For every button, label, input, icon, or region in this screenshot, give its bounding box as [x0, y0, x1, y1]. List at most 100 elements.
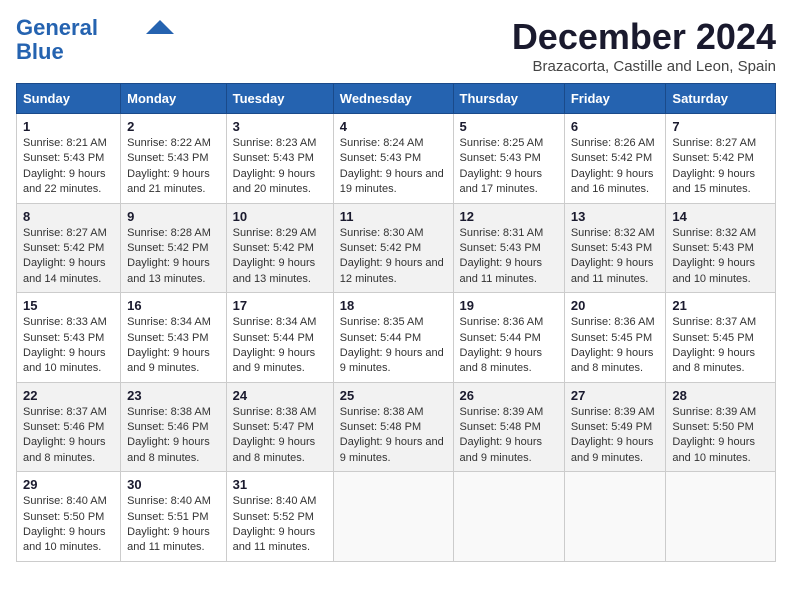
calendar-cell: 16 Sunrise: 8:34 AMSunset: 5:43 PMDaylig…: [121, 293, 226, 383]
calendar-cell: 7 Sunrise: 8:27 AMSunset: 5:42 PMDayligh…: [666, 114, 776, 204]
logo-blue: Blue: [16, 40, 64, 64]
location-subtitle: Brazacorta, Castille and Leon, Spain: [512, 58, 776, 75]
day-number: 9: [127, 209, 219, 224]
calendar-cell: 11 Sunrise: 8:30 AMSunset: 5:42 PMDaylig…: [333, 203, 453, 293]
header-thursday: Thursday: [453, 84, 564, 114]
calendar-cell: 6 Sunrise: 8:26 AMSunset: 5:42 PMDayligh…: [564, 114, 666, 204]
header-tuesday: Tuesday: [226, 84, 333, 114]
day-info: Sunrise: 8:26 AMSunset: 5:42 PMDaylight:…: [571, 137, 655, 195]
day-number: 19: [460, 298, 558, 313]
calendar-cell: 31 Sunrise: 8:40 AMSunset: 5:52 PMDaylig…: [226, 472, 333, 562]
day-info: Sunrise: 8:40 AMSunset: 5:51 PMDaylight:…: [127, 495, 211, 553]
day-info: Sunrise: 8:31 AMSunset: 5:43 PMDaylight:…: [460, 227, 544, 285]
calendar-cell: 18 Sunrise: 8:35 AMSunset: 5:44 PMDaylig…: [333, 293, 453, 383]
calendar-cell: 24 Sunrise: 8:38 AMSunset: 5:47 PMDaylig…: [226, 382, 333, 472]
page-header: General Blue December 2024 Brazacorta, C…: [16, 16, 776, 75]
calendar-cell: 20 Sunrise: 8:36 AMSunset: 5:45 PMDaylig…: [564, 293, 666, 383]
day-info: Sunrise: 8:39 AMSunset: 5:50 PMDaylight:…: [672, 406, 756, 464]
day-number: 6: [571, 119, 660, 134]
day-info: Sunrise: 8:39 AMSunset: 5:48 PMDaylight:…: [460, 406, 544, 464]
main-title: December 2024: [512, 16, 776, 58]
day-info: Sunrise: 8:23 AMSunset: 5:43 PMDaylight:…: [233, 137, 317, 195]
calendar-cell: 12 Sunrise: 8:31 AMSunset: 5:43 PMDaylig…: [453, 203, 564, 293]
logo: General Blue: [16, 16, 174, 64]
calendar-cell: 22 Sunrise: 8:37 AMSunset: 5:46 PMDaylig…: [17, 382, 121, 472]
calendar-cell: 15 Sunrise: 8:33 AMSunset: 5:43 PMDaylig…: [17, 293, 121, 383]
calendar-cell: 5 Sunrise: 8:25 AMSunset: 5:43 PMDayligh…: [453, 114, 564, 204]
calendar-cell: 4 Sunrise: 8:24 AMSunset: 5:43 PMDayligh…: [333, 114, 453, 204]
day-number: 3: [233, 119, 327, 134]
calendar-cell: 29 Sunrise: 8:40 AMSunset: 5:50 PMDaylig…: [17, 472, 121, 562]
header-monday: Monday: [121, 84, 226, 114]
day-number: 5: [460, 119, 558, 134]
day-number: 8: [23, 209, 114, 224]
calendar-cell: 25 Sunrise: 8:38 AMSunset: 5:48 PMDaylig…: [333, 382, 453, 472]
calendar-cell: [666, 472, 776, 562]
day-number: 31: [233, 477, 327, 492]
day-number: 7: [672, 119, 769, 134]
day-info: Sunrise: 8:30 AMSunset: 5:42 PMDaylight:…: [340, 227, 444, 285]
day-number: 1: [23, 119, 114, 134]
day-info: Sunrise: 8:27 AMSunset: 5:42 PMDaylight:…: [23, 227, 107, 285]
day-number: 23: [127, 388, 219, 403]
day-number: 4: [340, 119, 447, 134]
week-row-3: 15 Sunrise: 8:33 AMSunset: 5:43 PMDaylig…: [17, 293, 776, 383]
day-number: 25: [340, 388, 447, 403]
day-info: Sunrise: 8:24 AMSunset: 5:43 PMDaylight:…: [340, 137, 444, 195]
calendar-cell: 27 Sunrise: 8:39 AMSunset: 5:49 PMDaylig…: [564, 382, 666, 472]
calendar-cell: 3 Sunrise: 8:23 AMSunset: 5:43 PMDayligh…: [226, 114, 333, 204]
day-info: Sunrise: 8:28 AMSunset: 5:42 PMDaylight:…: [127, 227, 211, 285]
day-info: Sunrise: 8:36 AMSunset: 5:45 PMDaylight:…: [571, 316, 655, 374]
day-info: Sunrise: 8:37 AMSunset: 5:45 PMDaylight:…: [672, 316, 756, 374]
day-info: Sunrise: 8:38 AMSunset: 5:46 PMDaylight:…: [127, 406, 211, 464]
day-info: Sunrise: 8:37 AMSunset: 5:46 PMDaylight:…: [23, 406, 107, 464]
calendar-cell: 10 Sunrise: 8:29 AMSunset: 5:42 PMDaylig…: [226, 203, 333, 293]
calendar-cell: 14 Sunrise: 8:32 AMSunset: 5:43 PMDaylig…: [666, 203, 776, 293]
day-info: Sunrise: 8:25 AMSunset: 5:43 PMDaylight:…: [460, 137, 544, 195]
day-number: 16: [127, 298, 219, 313]
day-number: 27: [571, 388, 660, 403]
day-info: Sunrise: 8:32 AMSunset: 5:43 PMDaylight:…: [571, 227, 655, 285]
calendar-cell: 9 Sunrise: 8:28 AMSunset: 5:42 PMDayligh…: [121, 203, 226, 293]
calendar-cell: 26 Sunrise: 8:39 AMSunset: 5:48 PMDaylig…: [453, 382, 564, 472]
day-info: Sunrise: 8:36 AMSunset: 5:44 PMDaylight:…: [460, 316, 544, 374]
day-number: 11: [340, 209, 447, 224]
calendar-cell: 30 Sunrise: 8:40 AMSunset: 5:51 PMDaylig…: [121, 472, 226, 562]
day-number: 22: [23, 388, 114, 403]
header-saturday: Saturday: [666, 84, 776, 114]
logo-icon: [146, 20, 174, 34]
day-info: Sunrise: 8:21 AMSunset: 5:43 PMDaylight:…: [23, 137, 107, 195]
day-number: 13: [571, 209, 660, 224]
day-info: Sunrise: 8:29 AMSunset: 5:42 PMDaylight:…: [233, 227, 317, 285]
day-info: Sunrise: 8:38 AMSunset: 5:47 PMDaylight:…: [233, 406, 317, 464]
day-number: 30: [127, 477, 219, 492]
calendar-cell: 28 Sunrise: 8:39 AMSunset: 5:50 PMDaylig…: [666, 382, 776, 472]
day-number: 18: [340, 298, 447, 313]
week-row-4: 22 Sunrise: 8:37 AMSunset: 5:46 PMDaylig…: [17, 382, 776, 472]
day-info: Sunrise: 8:34 AMSunset: 5:43 PMDaylight:…: [127, 316, 211, 374]
calendar-table: SundayMondayTuesdayWednesdayThursdayFrid…: [16, 83, 776, 562]
day-number: 20: [571, 298, 660, 313]
day-number: 21: [672, 298, 769, 313]
day-number: 12: [460, 209, 558, 224]
logo-text: General: [16, 16, 98, 40]
day-number: 2: [127, 119, 219, 134]
day-number: 29: [23, 477, 114, 492]
calendar-cell: 13 Sunrise: 8:32 AMSunset: 5:43 PMDaylig…: [564, 203, 666, 293]
day-number: 26: [460, 388, 558, 403]
day-number: 24: [233, 388, 327, 403]
day-info: Sunrise: 8:39 AMSunset: 5:49 PMDaylight:…: [571, 406, 655, 464]
calendar-cell: 2 Sunrise: 8:22 AMSunset: 5:43 PMDayligh…: [121, 114, 226, 204]
calendar-header-row: SundayMondayTuesdayWednesdayThursdayFrid…: [17, 84, 776, 114]
calendar-cell: 23 Sunrise: 8:38 AMSunset: 5:46 PMDaylig…: [121, 382, 226, 472]
day-info: Sunrise: 8:40 AMSunset: 5:52 PMDaylight:…: [233, 495, 317, 553]
day-info: Sunrise: 8:32 AMSunset: 5:43 PMDaylight:…: [672, 227, 756, 285]
calendar-cell: [453, 472, 564, 562]
week-row-2: 8 Sunrise: 8:27 AMSunset: 5:42 PMDayligh…: [17, 203, 776, 293]
title-block: December 2024 Brazacorta, Castille and L…: [512, 16, 776, 75]
calendar-cell: [333, 472, 453, 562]
calendar-cell: 21 Sunrise: 8:37 AMSunset: 5:45 PMDaylig…: [666, 293, 776, 383]
week-row-1: 1 Sunrise: 8:21 AMSunset: 5:43 PMDayligh…: [17, 114, 776, 204]
day-info: Sunrise: 8:33 AMSunset: 5:43 PMDaylight:…: [23, 316, 107, 374]
day-number: 14: [672, 209, 769, 224]
